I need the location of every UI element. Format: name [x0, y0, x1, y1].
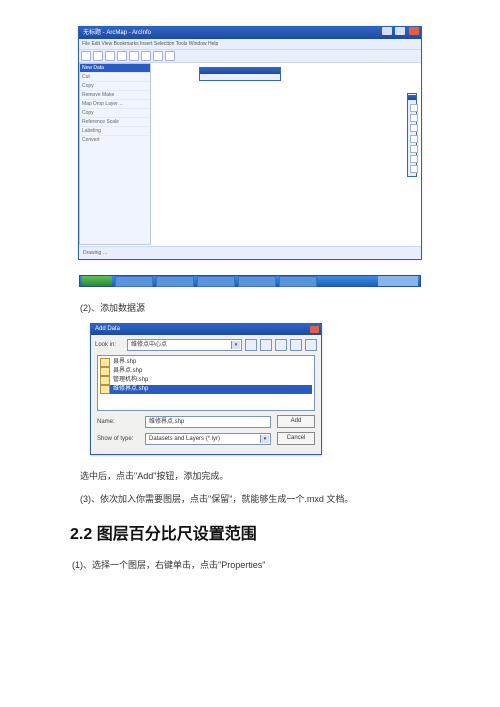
- context-menu-item[interactable]: Reference Scale: [80, 117, 150, 126]
- arcmap-window-buttons: [382, 27, 421, 40]
- context-menu-item[interactable]: Map Drop Layer…: [80, 99, 150, 108]
- arcmap-statusbar: Drawing …: [79, 246, 421, 259]
- look-in-label: Look in:: [95, 342, 127, 348]
- close-icon[interactable]: [409, 27, 419, 35]
- name-input[interactable]: 维修界点.shp: [145, 416, 271, 428]
- context-menu-item[interactable]: Labeling: [80, 126, 150, 135]
- dialog-title-text: Add Data: [95, 324, 120, 335]
- close-icon[interactable]: [310, 326, 319, 333]
- task-item[interactable]: [115, 276, 153, 287]
- step-2-heading: (2)、添加数据源: [80, 301, 420, 315]
- list-item[interactable]: 县界点.shp: [100, 367, 312, 376]
- look-in-combo[interactable]: 维修点中心点 ▾: [127, 339, 242, 351]
- windows-taskbar: [79, 275, 421, 287]
- connect-folder-icon[interactable]: [260, 339, 272, 351]
- tool-icon[interactable]: [410, 145, 418, 153]
- view-details-icon[interactable]: [305, 339, 317, 351]
- context-menu-item[interactable]: Copy: [80, 108, 150, 117]
- context-menu-item[interactable]: Convert: [80, 135, 150, 144]
- tool-icon[interactable]: [81, 51, 91, 61]
- shapefile-icon: [100, 367, 110, 376]
- delete-folder-icon[interactable]: [275, 339, 287, 351]
- list-item-label: 管理机构.shp: [113, 376, 148, 385]
- add-data-dialog: Add Data Look in: 维修点中心点 ▾ 县界.shp: [90, 323, 322, 455]
- look-in-row: Look in: 维修点中心点 ▾: [91, 335, 321, 353]
- context-menu-item[interactable]: Copy: [80, 81, 150, 90]
- name-label: Name:: [97, 419, 145, 425]
- arcmap-title-text: 无标题 - ArcMap - ArcInfo: [83, 27, 151, 39]
- shapefile-icon: [100, 385, 110, 394]
- floating-toolbar-title: [200, 68, 280, 74]
- tool-icon[interactable]: [141, 51, 151, 61]
- tool-icon[interactable]: [410, 155, 418, 163]
- type-value: Datasets and Layers (*.lyr): [149, 436, 220, 442]
- shapefile-icon: [100, 376, 110, 385]
- list-item-label: 县界点.shp: [113, 367, 142, 376]
- name-value: 维修界点.shp: [149, 419, 184, 425]
- task-item[interactable]: [156, 276, 194, 287]
- toc-highlight-row[interactable]: New Data: [80, 64, 150, 72]
- right-toolbox: [407, 93, 417, 177]
- tool-icon[interactable]: [153, 51, 163, 61]
- view-list-icon[interactable]: [290, 339, 302, 351]
- section-heading: 2.2 图层百分比尺设置范围: [70, 520, 430, 544]
- cancel-button[interactable]: Cancel: [277, 432, 315, 445]
- minimize-icon[interactable]: [382, 27, 392, 35]
- task-item[interactable]: [197, 276, 235, 287]
- tool-icon[interactable]: [410, 165, 418, 173]
- tool-icon[interactable]: [410, 135, 418, 143]
- type-row: Show of type: Datasets and Layers (*.lyr…: [91, 430, 321, 447]
- arcmap-toc-panel: New Data Cut Copy Remove Make Map Drop L…: [79, 63, 151, 245]
- up-folder-icon[interactable]: [245, 339, 257, 351]
- shapefile-icon: [100, 358, 110, 367]
- step-1-text: (1)、选择一个图层，右键单击，点击"Properties": [72, 558, 420, 572]
- task-item[interactable]: [238, 276, 276, 287]
- chevron-down-icon[interactable]: ▾: [231, 341, 240, 349]
- arcmap-toolbar: [79, 50, 421, 63]
- list-item-label: 维修界点.shp: [113, 385, 148, 394]
- tool-icon[interactable]: [117, 51, 127, 61]
- dialog-titlebar: Add Data: [91, 324, 321, 335]
- maximize-icon[interactable]: [395, 27, 405, 35]
- tool-icon[interactable]: [129, 51, 139, 61]
- tool-icon[interactable]: [165, 51, 175, 61]
- task-item[interactable]: [279, 276, 317, 287]
- list-item-selected[interactable]: 维修界点.shp: [100, 385, 312, 394]
- look-in-value: 维修点中心点: [131, 342, 167, 348]
- arcmap-titlebar: 无标题 - ArcMap - ArcInfo: [79, 27, 421, 39]
- after-add-text: 选中后，点击"Add"按钮，添加完成。: [80, 469, 420, 483]
- step-3-text: (3)、依次加入你需要图层，点击"保留"，就能够生成一个.mxd 文档。: [80, 492, 420, 506]
- tool-icon[interactable]: [410, 114, 418, 122]
- arcmap-menubar[interactable]: File Edit View Bookmarks Insert Selectio…: [79, 39, 421, 50]
- arcmap-window: 无标题 - ArcMap - ArcInfo File Edit View Bo…: [78, 26, 422, 260]
- type-label: Show of type:: [97, 436, 145, 442]
- tool-icon[interactable]: [105, 51, 115, 61]
- file-list-pane[interactable]: 县界.shp 县界点.shp 管理机构.shp 维修界点.shp: [97, 355, 315, 411]
- type-combo[interactable]: Datasets and Layers (*.lyr) ▾: [145, 433, 271, 445]
- tool-icon[interactable]: [410, 124, 418, 132]
- context-menu-item[interactable]: Remove Make: [80, 90, 150, 99]
- floating-toolbar[interactable]: [199, 67, 281, 81]
- right-toolbox-title: [408, 95, 416, 100]
- add-button[interactable]: Add: [277, 415, 315, 428]
- system-tray[interactable]: [378, 276, 418, 286]
- name-row: Name: 维修界点.shp Add: [91, 413, 321, 430]
- list-item[interactable]: 县界.shp: [100, 358, 312, 367]
- start-button[interactable]: [82, 276, 112, 286]
- chevron-down-icon[interactable]: ▾: [260, 435, 269, 443]
- tool-icon[interactable]: [93, 51, 103, 61]
- arcmap-workarea: New Data Cut Copy Remove Make Map Drop L…: [79, 63, 421, 247]
- context-menu-item[interactable]: Cut: [80, 72, 150, 81]
- list-item[interactable]: 管理机构.shp: [100, 376, 312, 385]
- list-item-label: 县界.shp: [113, 358, 136, 367]
- tool-icon[interactable]: [410, 104, 418, 112]
